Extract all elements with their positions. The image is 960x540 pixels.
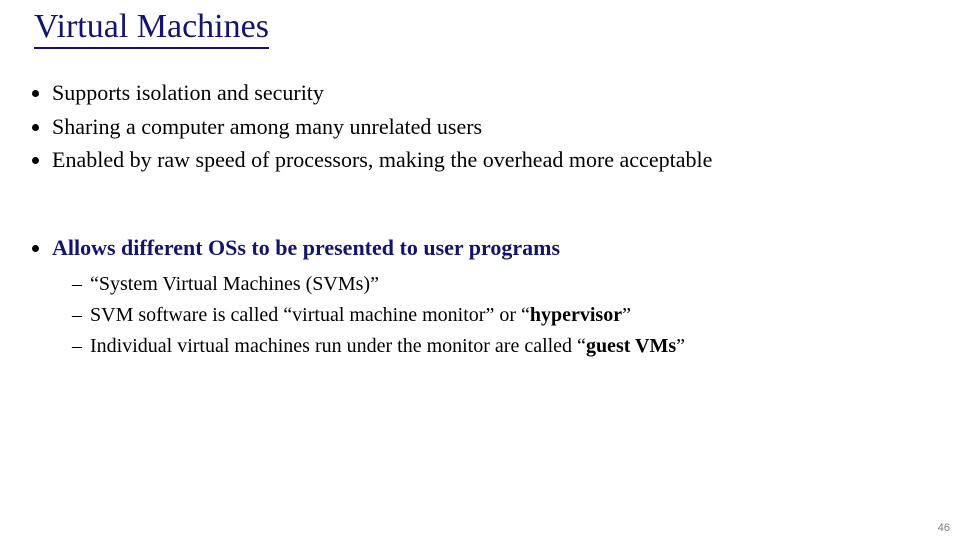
list-item: Individual virtual machines run under th…: [76, 333, 920, 360]
bullet-text: Enabled by raw speed of processors, maki…: [52, 147, 712, 172]
slide-body: Supports isolation and security Sharing …: [20, 78, 920, 364]
sub-text: ”: [622, 304, 631, 326]
list-item: Allows different OSs to be presented to …: [52, 233, 920, 360]
sub-text: ”: [676, 335, 685, 357]
list-item: Supports isolation and security: [52, 78, 920, 108]
bullet-text: Supports isolation and security: [52, 80, 324, 105]
list-item: SVM software is called “virtual machine …: [76, 302, 920, 329]
list-item: Sharing a computer among many unrelated …: [52, 112, 920, 142]
sub-list: “System Virtual Machines (SVMs)” SVM sof…: [52, 271, 920, 360]
bullet-list: Supports isolation and security Sharing …: [20, 78, 920, 360]
list-item: “System Virtual Machines (SVMs)”: [76, 271, 920, 298]
slide: Virtual Machines Supports isolation and …: [0, 0, 960, 540]
sub-text: SVM software is called “virtual machine …: [90, 304, 530, 326]
bullet-text: Sharing a computer among many unrelated …: [52, 114, 482, 139]
list-item: Enabled by raw speed of processors, maki…: [52, 145, 920, 175]
slide-title: Virtual Machines: [34, 8, 269, 46]
page-number: 46: [938, 522, 950, 534]
sub-bold: guest VMs: [586, 335, 676, 357]
bullet-text-highlight: Allows different OSs to be presented to …: [52, 235, 560, 260]
sub-text: Individual virtual machines run under th…: [90, 335, 586, 357]
spacer: [52, 179, 920, 229]
title-text: Virtual Machines: [34, 8, 269, 49]
sub-bold: hypervisor: [530, 304, 622, 326]
sub-text: “System Virtual Machines (SVMs)”: [90, 273, 379, 295]
